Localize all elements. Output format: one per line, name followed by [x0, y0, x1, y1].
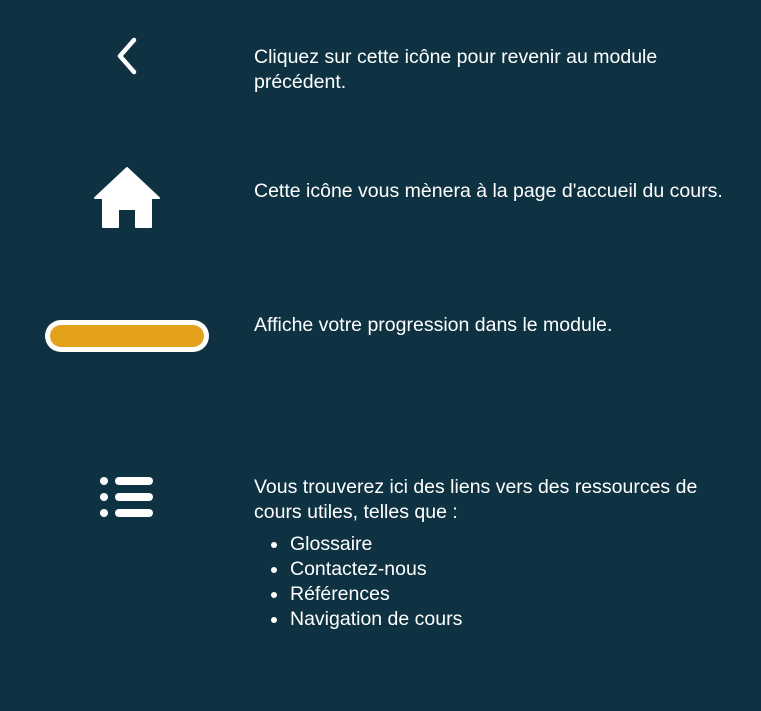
progress-fill — [50, 325, 204, 347]
home-description-text: Cette icône vous mènera à la page d'accu… — [254, 180, 723, 202]
progress-row: Affiche votre progression dans le module… — [0, 290, 761, 430]
list-item: Contactez-nous — [271, 557, 724, 582]
back-description-text: Cliquez sur cette icône pour revenir au … — [254, 46, 658, 93]
resources-list: Glossaire Contactez-nous Références Navi… — [254, 532, 724, 632]
back-button[interactable] — [0, 36, 254, 76]
resources-row: Vous trouverez ici des liens vers des re… — [0, 430, 761, 711]
home-button[interactable] — [0, 164, 254, 230]
back-row: Cliquez sur cette icône pour revenir au … — [0, 0, 761, 140]
home-description: Cette icône vous mènera à la page d'accu… — [254, 179, 724, 204]
chevron-left-icon — [117, 37, 137, 75]
list-item: Glossaire — [271, 532, 724, 557]
list-icon — [100, 477, 153, 517]
home-row: Cette icône vous mènera à la page d'accu… — [0, 140, 761, 290]
list-item: Navigation de cours — [271, 607, 724, 632]
resources-button[interactable] — [0, 472, 254, 522]
resources-description-text: Vous trouverez ici des liens vers des re… — [254, 476, 698, 523]
progress-description-text: Affiche votre progression dans le module… — [254, 314, 613, 336]
list-item: Références — [271, 582, 724, 607]
progress-track — [45, 320, 209, 352]
resources-description: Vous trouverez ici des liens vers des re… — [254, 475, 724, 632]
home-icon — [94, 167, 160, 228]
back-description: Cliquez sur cette icône pour revenir au … — [254, 45, 724, 95]
progress-indicator — [0, 314, 254, 358]
progress-description: Affiche votre progression dans le module… — [254, 313, 724, 338]
